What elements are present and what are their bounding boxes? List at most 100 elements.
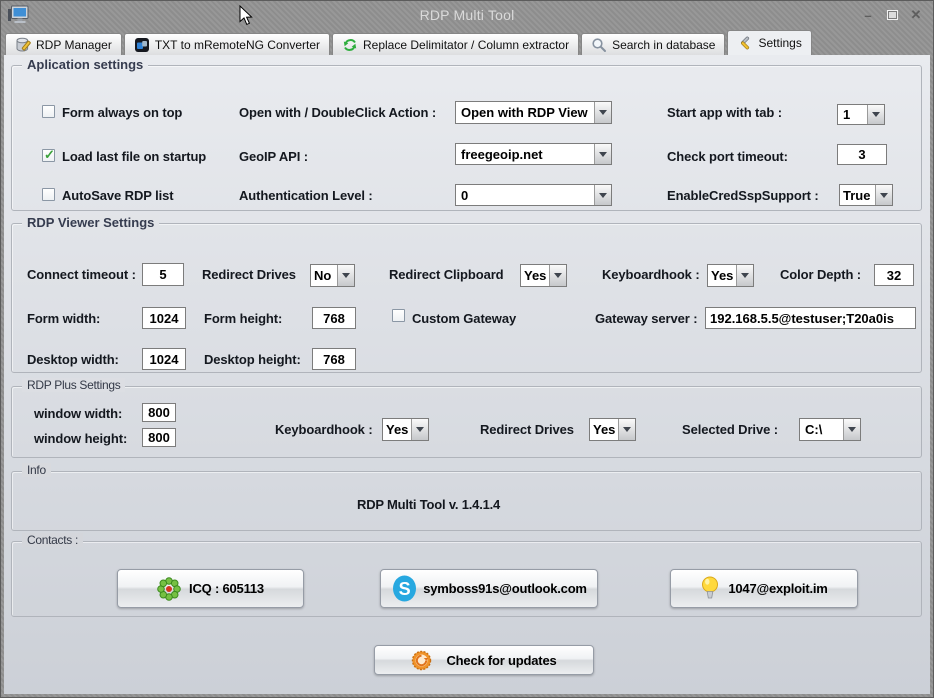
- connect-timeout-label: Connect timeout :: [27, 267, 136, 282]
- application-settings-group: Aplication settings Form always on top O…: [11, 65, 922, 211]
- form-width-label: Form width:: [27, 311, 100, 326]
- group-title: RDP Viewer Settings: [22, 215, 159, 230]
- title-bar[interactable]: RDP Multi Tool – ✕: [1, 1, 933, 29]
- chevron-down-icon[interactable]: [549, 265, 566, 286]
- desktop-width-input[interactable]: 1024: [142, 348, 186, 370]
- open-with-select[interactable]: Open with RDP View: [455, 101, 612, 124]
- tab-label: Search in database: [612, 38, 715, 52]
- desktop-height-label: Desktop height:: [204, 352, 301, 367]
- database-edit-icon: [15, 37, 31, 53]
- tools-icon: [737, 35, 753, 51]
- window-width-input[interactable]: 800: [142, 403, 176, 422]
- chevron-down-icon[interactable]: [337, 265, 354, 286]
- tab-txt-converter[interactable]: TXT to mRemoteNG Converter: [124, 33, 330, 55]
- plus-redirect-drives-label: Redirect Drives: [480, 422, 574, 437]
- group-title: Info: [22, 463, 51, 477]
- form-width-input[interactable]: 1024: [142, 307, 186, 329]
- tab-replace-delimitator[interactable]: Replace Delimitator / Column extractor: [332, 33, 579, 55]
- tab-strip: RDP Manager TXT to mRemoteNG Converter R…: [5, 29, 929, 55]
- mremoteng-icon: [134, 37, 150, 53]
- tab-rdp-manager[interactable]: RDP Manager: [5, 33, 122, 55]
- gateway-server-input[interactable]: 192.168.5.5@testuser;T20a0is: [705, 307, 916, 329]
- redirect-clipboard-label: Redirect Clipboard: [389, 267, 504, 282]
- plus-keyboardhook-label: Keyboardhook :: [275, 422, 373, 437]
- skype-icon: S: [391, 574, 418, 603]
- chevron-down-icon[interactable]: [867, 105, 884, 124]
- desktop-height-input[interactable]: 768: [312, 348, 356, 370]
- window-width-label: window width:: [34, 406, 122, 421]
- connect-timeout-input[interactable]: 5: [142, 263, 184, 286]
- plus-keyboardhook-select[interactable]: Yes: [382, 418, 429, 441]
- load-last-file-checkbox[interactable]: [42, 149, 55, 162]
- jabber-contact-button[interactable]: 1047@exploit.im: [670, 569, 858, 608]
- chevron-down-icon[interactable]: [875, 185, 892, 205]
- tab-label: TXT to mRemoteNG Converter: [155, 38, 320, 52]
- color-depth-input[interactable]: 32: [874, 264, 914, 286]
- color-depth-label: Color Depth :: [780, 267, 861, 282]
- port-timeout-label: Check port timeout:: [667, 149, 788, 164]
- chevron-down-icon[interactable]: [411, 419, 428, 440]
- chevron-down-icon[interactable]: [594, 144, 611, 164]
- autosave-checkbox[interactable]: [42, 188, 55, 201]
- close-icon: ✕: [911, 7, 922, 23]
- refresh-update-icon: [411, 650, 432, 671]
- credssp-label: EnableCredSspSupport :: [667, 188, 819, 203]
- maximize-button[interactable]: [883, 7, 901, 23]
- tab-search-database[interactable]: Search in database: [581, 33, 725, 55]
- auth-level-select[interactable]: 0: [455, 184, 612, 206]
- contacts-group: Contacts : ICQ : 605113 S: [11, 541, 922, 617]
- search-icon: [591, 37, 607, 53]
- icq-contact-button[interactable]: ICQ : 605113: [117, 569, 304, 608]
- group-title: RDP Plus Settings: [22, 378, 125, 392]
- svg-text:S: S: [399, 579, 411, 599]
- tab-label: Replace Delimitator / Column extractor: [363, 38, 569, 52]
- form-always-on-top-checkbox[interactable]: [42, 105, 55, 118]
- chevron-down-icon[interactable]: [843, 419, 860, 440]
- group-title: Contacts :: [22, 533, 83, 547]
- selected-drive-label: Selected Drive :: [682, 422, 778, 437]
- window-height-label: window height:: [34, 431, 127, 446]
- minimize-icon: –: [864, 8, 871, 23]
- tab-label: RDP Manager: [36, 38, 112, 52]
- window-title: RDP Multi Tool: [1, 7, 933, 23]
- chevron-down-icon[interactable]: [736, 265, 753, 286]
- keyboardhook-select[interactable]: Yes: [707, 264, 754, 287]
- gateway-server-label: Gateway server :: [595, 311, 697, 326]
- chevron-down-icon[interactable]: [594, 185, 611, 205]
- selected-drive-select[interactable]: C:\: [799, 418, 861, 441]
- minimize-button[interactable]: –: [859, 7, 877, 23]
- chevron-down-icon[interactable]: [594, 102, 611, 123]
- close-button[interactable]: ✕: [907, 7, 925, 23]
- tab-settings[interactable]: Settings: [727, 30, 811, 55]
- keyboardhook-label: Keyboardhook :: [602, 267, 700, 282]
- redirect-clipboard-select[interactable]: Yes: [520, 264, 567, 287]
- plus-redirect-drives-select[interactable]: Yes: [589, 418, 636, 441]
- port-timeout-input[interactable]: 3: [837, 144, 887, 165]
- app-window: RDP Multi Tool – ✕ RDP Manager TXT to mR…: [0, 0, 934, 698]
- form-height-input[interactable]: 768: [312, 307, 356, 329]
- redirect-drives-select[interactable]: No: [310, 264, 355, 287]
- tab-label: Settings: [758, 36, 801, 50]
- form-height-label: Form height:: [204, 311, 282, 326]
- rdp-viewer-settings-group: RDP Viewer Settings Connect timeout : 5 …: [11, 223, 922, 373]
- credssp-select[interactable]: True: [839, 184, 893, 206]
- jabber-label: 1047@exploit.im: [728, 581, 827, 596]
- skype-contact-button[interactable]: S symboss91s@outlook.com: [380, 569, 598, 608]
- group-title: Aplication settings: [22, 57, 148, 72]
- rdp-plus-settings-group: RDP Plus Settings window width: 800 wind…: [11, 386, 922, 458]
- lightbulb-icon: [700, 575, 720, 602]
- form-always-on-top-label: Form always on top: [62, 105, 182, 120]
- geoip-select[interactable]: freegeoip.net: [455, 143, 612, 165]
- check-updates-label: Check for updates: [446, 653, 556, 668]
- open-with-label: Open with / DoubleClick Action :: [239, 105, 436, 120]
- start-tab-select[interactable]: 1: [837, 104, 885, 125]
- icq-flower-icon: [157, 577, 181, 601]
- start-tab-label: Start app with tab :: [667, 105, 782, 120]
- chevron-down-icon[interactable]: [618, 419, 635, 440]
- check-updates-button[interactable]: Check for updates: [374, 645, 594, 675]
- window-height-input[interactable]: 800: [142, 428, 176, 447]
- desktop-width-label: Desktop width:: [27, 352, 119, 367]
- settings-panel: Aplication settings Form always on top O…: [4, 55, 930, 694]
- custom-gateway-checkbox[interactable]: [392, 309, 405, 322]
- version-text: RDP Multi Tool v. 1.4.1.4: [357, 497, 500, 512]
